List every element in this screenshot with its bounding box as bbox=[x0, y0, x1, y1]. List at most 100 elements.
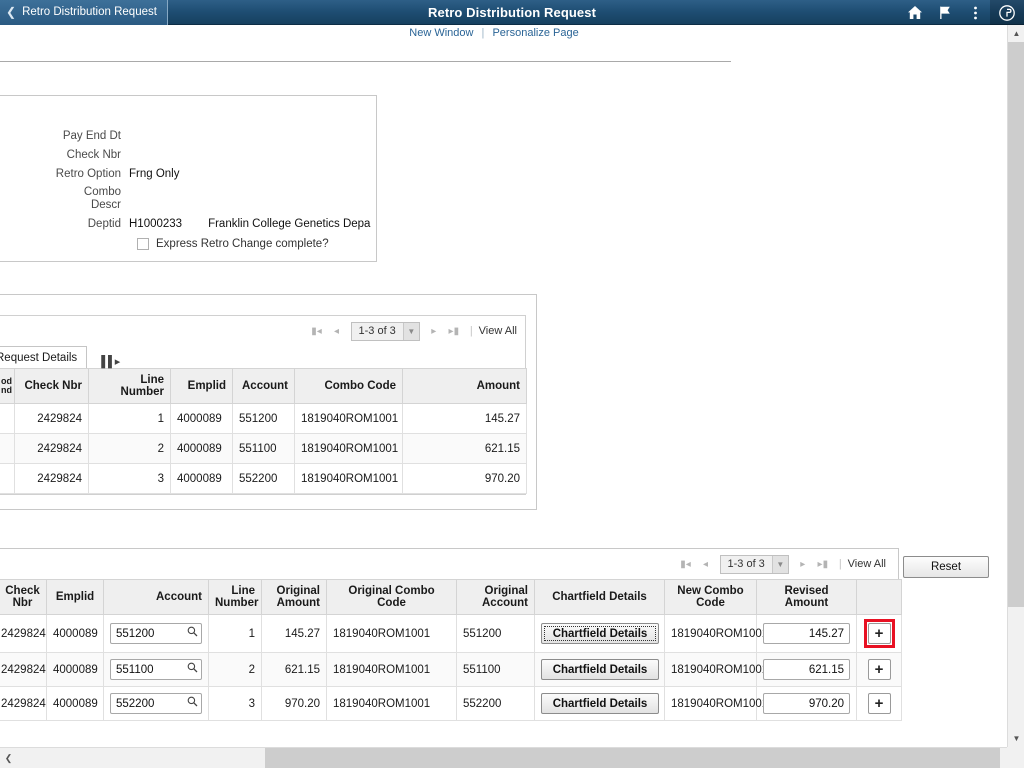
grid1-cell-amount: 970.20 bbox=[402, 463, 527, 494]
grid2-col-check-nbr: Check Nbr bbox=[0, 579, 47, 615]
chevron-down-icon[interactable]: ▼ bbox=[402, 322, 419, 340]
table-row: 2429824 2 4000089 551100 1819040ROM1001 … bbox=[0, 433, 527, 464]
chevron-down-icon[interactable]: ▼ bbox=[771, 555, 788, 573]
add-row-button[interactable]: + bbox=[867, 659, 891, 680]
grid2-cell-add-row: + bbox=[856, 652, 902, 687]
check-nbr-label: Check Nbr bbox=[66, 149, 121, 161]
grid1-header-row: od nd Check Nbr Line Number Emplid Accoun… bbox=[0, 368, 527, 404]
personalize-page-link[interactable]: Personalize Page bbox=[492, 27, 578, 39]
grid2-cell-check-nbr: 2429824 bbox=[0, 686, 47, 721]
horizontal-scrollbar-thumb[interactable] bbox=[265, 747, 1000, 768]
grid2-col-chartfield-details: Chartfield Details bbox=[534, 579, 665, 615]
grid1-view-all-link[interactable]: View All bbox=[479, 325, 517, 337]
grid1-last-page-icon[interactable]: ▸▮ bbox=[444, 326, 464, 337]
grid1-cell-amount: 145.27 bbox=[402, 403, 527, 434]
grid1-first-page-icon[interactable]: ▮◂ bbox=[307, 326, 327, 337]
grid2-view-all-link[interactable]: View All bbox=[848, 558, 886, 570]
retro-option-label: Retro Option bbox=[55, 168, 121, 180]
more-vertical-icon[interactable] bbox=[960, 0, 990, 25]
grid2-cell-original-amount: 621.15 bbox=[261, 652, 327, 687]
grid1-cell-period-end bbox=[0, 463, 15, 494]
compass-icon[interactable] bbox=[990, 0, 1024, 25]
grid2-header-row: Check Nbr Emplid Account Line Number Origi… bbox=[0, 579, 902, 615]
grid1-col-account: Account bbox=[232, 368, 295, 404]
grid2-previous-page-icon[interactable]: ◂ bbox=[696, 559, 716, 570]
grid1-next-page-icon[interactable]: ▸ bbox=[424, 326, 444, 337]
grid2-pagination-separator: | bbox=[838, 558, 842, 570]
grid1-cell-check-nbr: 2429824 bbox=[14, 433, 89, 464]
scroll-down-icon[interactable]: ▼ bbox=[1008, 730, 1024, 747]
add-row-wrap: + bbox=[861, 619, 897, 648]
grid2-next-page-icon[interactable]: ▸ bbox=[793, 559, 813, 570]
chartfield-details-button[interactable]: Chartfield Details bbox=[541, 693, 659, 714]
grid1-cell-emplid: 4000089 bbox=[170, 463, 233, 494]
grid2-page-counter[interactable]: 1-3 of 3 ▼ bbox=[719, 554, 789, 574]
grid2-col-original-account: Original Account bbox=[456, 579, 535, 615]
home-icon[interactable] bbox=[900, 0, 930, 25]
flag-icon[interactable] bbox=[930, 0, 960, 25]
grid2-col-original-combo-code: Original Combo Code bbox=[326, 579, 457, 615]
grid2-last-page-icon[interactable]: ▸▮ bbox=[813, 559, 833, 570]
tab-request-details-label: Request Details bbox=[0, 351, 78, 364]
magnifier-icon[interactable] bbox=[187, 626, 198, 637]
grid2-cell-line-number: 1 bbox=[208, 614, 262, 653]
add-row-highlight-box: + bbox=[863, 619, 895, 648]
request-details-panel: ▮◂ ◂ 1-3 of 3 ▼ ▸ ▸▮ | View All Request … bbox=[0, 294, 537, 510]
magnifier-icon[interactable] bbox=[187, 662, 198, 673]
grid1-page-counter[interactable]: 1-3 of 3 ▼ bbox=[350, 321, 420, 341]
grid1-cell-check-nbr: 2429824 bbox=[14, 463, 89, 494]
tab-request-details[interactable]: Request Details bbox=[0, 346, 88, 368]
grid2-cell-chartfield-details: Chartfield Details bbox=[534, 652, 665, 687]
grid1-cell-amount: 621.15 bbox=[402, 433, 527, 464]
vertical-scrollbar-thumb[interactable] bbox=[1008, 42, 1024, 607]
grid2-col-original-amount: Original Amount bbox=[261, 579, 327, 615]
chartfield-details-button[interactable]: Chartfield Details bbox=[541, 659, 659, 680]
scroll-left-icon[interactable]: ❮ bbox=[0, 748, 17, 768]
add-row-wrap: + bbox=[861, 659, 897, 680]
back-navigation-button[interactable]: ❮ Retro Distribution Request bbox=[0, 0, 168, 25]
reset-button[interactable]: Reset bbox=[903, 556, 989, 578]
add-row-button[interactable]: + bbox=[867, 693, 891, 714]
field-row-combo-descr: Combo Descr bbox=[0, 186, 376, 212]
horizontal-scrollbar-track[interactable] bbox=[17, 747, 1007, 768]
grid2-cell-original-account: 552200 bbox=[456, 686, 535, 721]
account-input-wrap bbox=[110, 623, 202, 644]
header-icon-group bbox=[900, 0, 1024, 25]
detail-field-list: Pay End Dt Check Nbr Retro Option Frng O… bbox=[0, 129, 376, 250]
grid1-cell-line-number: 1 bbox=[88, 403, 171, 434]
field-row-deptid: Deptid H1000233 Franklin College Genetic… bbox=[0, 217, 376, 231]
grid1-col-check-nbr: Check Nbr bbox=[14, 368, 89, 404]
grid2-col-new-combo-code: New Combo Code bbox=[664, 579, 757, 615]
page-action-links: New Window | Personalize Page bbox=[0, 27, 988, 39]
grid2-cell-original-amount: 970.20 bbox=[261, 686, 327, 721]
scroll-up-icon[interactable]: ▲ bbox=[1008, 25, 1024, 42]
expand-tabs-icon[interactable]: ▌▌▸ bbox=[101, 355, 120, 368]
grid2-cell-check-nbr: 2429824 bbox=[0, 652, 47, 687]
grid1-col-amount: Amount bbox=[402, 368, 527, 404]
deptid-description: Franklin College Genetics Depa bbox=[208, 218, 371, 230]
grid1-cell-combo-code: 1819040ROM1001 bbox=[294, 463, 403, 494]
revised-amount-input[interactable] bbox=[763, 659, 850, 680]
revised-amount-input[interactable] bbox=[763, 693, 850, 714]
grid1-previous-page-icon[interactable]: ◂ bbox=[327, 326, 347, 337]
account-input-wrap bbox=[110, 693, 202, 714]
chartfield-details-button[interactable]: Chartfield Details bbox=[541, 623, 659, 644]
link-separator: | bbox=[481, 27, 485, 39]
grid2-first-page-icon[interactable]: ▮◂ bbox=[676, 559, 696, 570]
grid2-cell-line-number: 3 bbox=[208, 686, 262, 721]
vertical-scrollbar[interactable]: ▲ ▼ bbox=[1007, 25, 1024, 747]
horizontal-scrollbar[interactable]: ❮ ❯ bbox=[0, 747, 1024, 768]
grid2-col-revised-amount: Revised Amount bbox=[756, 579, 857, 615]
request-details-grid: ▮◂ ◂ 1-3 of 3 ▼ ▸ ▸▮ | View All Request … bbox=[0, 315, 527, 495]
magnifier-icon[interactable] bbox=[187, 696, 198, 707]
grid2-cell-new-combo-code: 1819040ROM1001 bbox=[664, 652, 768, 687]
revised-amount-input[interactable] bbox=[763, 623, 850, 644]
add-row-button[interactable]: + bbox=[867, 623, 891, 644]
grid1-cell-emplid: 4000089 bbox=[170, 433, 233, 464]
grid1-cell-combo-code: 1819040ROM1001 bbox=[294, 433, 403, 464]
new-window-link[interactable]: New Window bbox=[409, 27, 473, 39]
express-retro-checkbox[interactable] bbox=[137, 238, 149, 250]
grid2-pagination: ▮◂ ◂ 1-3 of 3 ▼ ▸ ▸▮ | View All bbox=[0, 549, 898, 579]
table-row: 2429824 3 4000089 552200 1819040ROM1001 … bbox=[0, 463, 527, 494]
grid2-cell-revised-amount bbox=[756, 614, 857, 653]
